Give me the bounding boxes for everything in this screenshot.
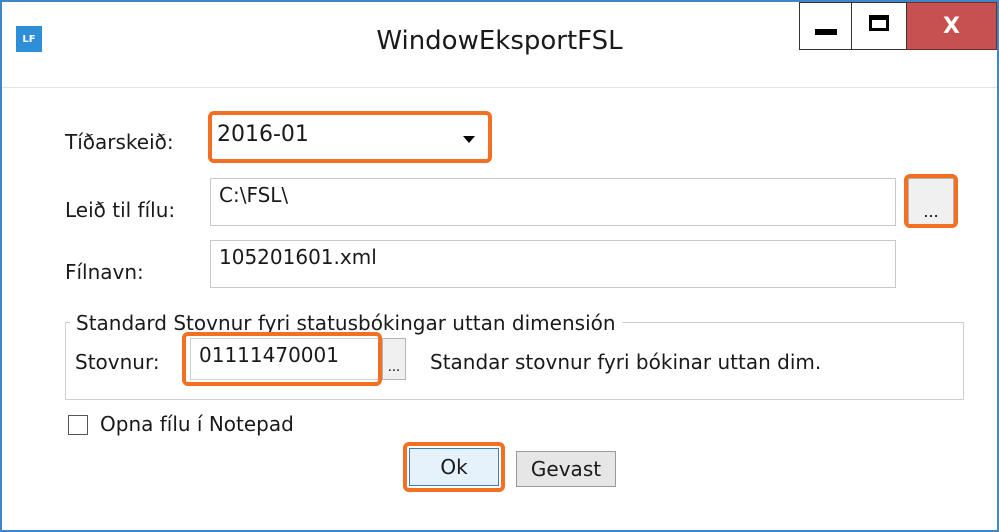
institution-description: Standar stovnur fyri bókinar uttan dim. <box>430 350 822 374</box>
export-fsl-window: LF WindowEksportFSL X Tíðarskeið: 2016-0… <box>0 0 999 532</box>
notepad-checkbox[interactable] <box>68 415 88 435</box>
path-input[interactable]: C:\FSL\ <box>210 178 896 226</box>
highlight-period <box>208 111 492 163</box>
highlight-institution <box>182 332 382 386</box>
period-label: Tíðarskeið: <box>65 130 174 154</box>
filename-label: Fílnavn: <box>65 260 144 284</box>
minimize-button[interactable] <box>799 2 852 50</box>
close-button[interactable]: X <box>907 2 997 50</box>
institution-browse-button[interactable]: ... <box>382 338 406 380</box>
institution-label: Stovnur: <box>75 350 160 374</box>
maximize-button[interactable] <box>852 2 907 50</box>
path-label: Leið til fílu: <box>65 198 176 222</box>
notepad-checkbox-label[interactable]: Opna fílu í Notepad <box>100 412 294 436</box>
highlight-ok <box>403 442 505 492</box>
cancel-button[interactable]: Gevast <box>516 451 616 487</box>
filename-input[interactable]: 105201601.xml <box>210 240 896 288</box>
maximize-icon <box>869 15 889 31</box>
minimize-icon <box>815 29 837 35</box>
title-bar[interactable]: LF WindowEksportFSL X <box>2 2 997 88</box>
highlight-browse <box>904 174 958 228</box>
